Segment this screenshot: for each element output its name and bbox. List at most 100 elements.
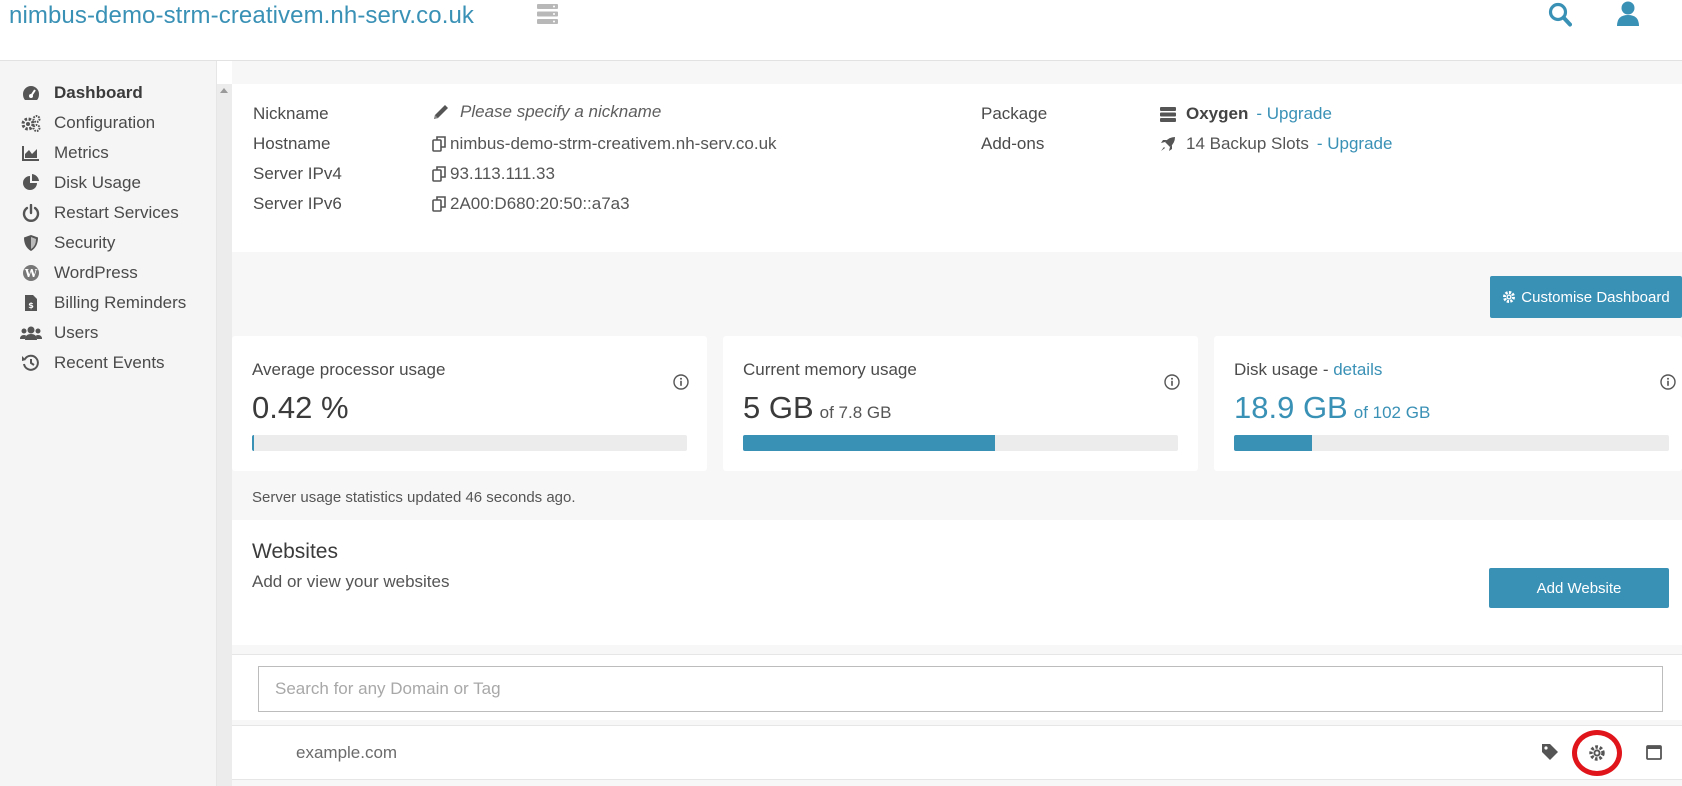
nickname-value[interactable]: Please specify a nickname bbox=[460, 102, 661, 122]
svg-text:W: W bbox=[24, 267, 38, 280]
package-label: Package bbox=[981, 104, 1048, 123]
ipv6-value: 2A00:D680:20:50::a7a3 bbox=[450, 194, 630, 213]
addons-value: 14 Backup Slots bbox=[1186, 134, 1309, 153]
sidebar-item-restart-services[interactable]: Restart Services bbox=[20, 200, 179, 226]
sidebar-item-billing-reminders[interactable]: $ Billing Reminders bbox=[20, 290, 186, 316]
sidebar-item-label: Security bbox=[54, 233, 116, 252]
ipv6-value-group: 2A00:D680:20:50::a7a3 bbox=[432, 194, 630, 214]
package-value-group: Oxygen - Upgrade bbox=[1160, 104, 1332, 124]
hostname-value: nimbus-demo-strm-creativem.nh-serv.co.uk bbox=[450, 134, 777, 153]
memory-card-value: 5 GB bbox=[743, 390, 814, 425]
gear-icon bbox=[1502, 290, 1516, 304]
sidebar-item-label: Metrics bbox=[54, 143, 109, 162]
cpu-usage-bar bbox=[252, 435, 687, 451]
rocket-icon bbox=[1160, 136, 1176, 152]
nickname-label: Nickname bbox=[253, 104, 329, 123]
sidebar-item-label: Users bbox=[54, 323, 99, 342]
sidebar-item-wordpress[interactable]: W WordPress bbox=[20, 260, 138, 286]
sidebar-item-label: Disk Usage bbox=[54, 173, 141, 192]
pie-chart-icon bbox=[20, 174, 42, 192]
sidebar-item-label: Dashboard bbox=[54, 83, 143, 102]
sidebar-item-label: Restart Services bbox=[54, 203, 179, 222]
ipv4-value-group: 93.113.111.33 bbox=[432, 164, 555, 184]
websites-subtitle: Add or view your websites bbox=[252, 572, 450, 591]
addons-upgrade-link[interactable]: - Upgrade bbox=[1317, 134, 1393, 154]
settings-gear-button[interactable] bbox=[1572, 730, 1622, 776]
info-icon[interactable] bbox=[1660, 374, 1676, 395]
hostname-value-group: nimbus-demo-strm-creativem.nh-serv.co.uk bbox=[432, 134, 777, 154]
top-bar: nimbus-demo-strm-creativem.nh-serv.co.uk bbox=[0, 0, 1682, 61]
gear-icon bbox=[1589, 745, 1605, 761]
pencil-icon[interactable] bbox=[432, 104, 450, 121]
addons-label: Add-ons bbox=[981, 134, 1045, 153]
disk-card-title: Disk usage bbox=[1234, 360, 1319, 379]
sidebar-item-recent-events[interactable]: Recent Events bbox=[20, 350, 165, 376]
addons-value-group: 14 Backup Slots - Upgrade bbox=[1160, 134, 1392, 154]
server-icon[interactable] bbox=[537, 4, 558, 29]
table-row[interactable]: example.com bbox=[232, 725, 1682, 780]
add-website-button[interactable]: Add Website bbox=[1489, 568, 1669, 608]
customise-dashboard-label: Customise Dashboard bbox=[1521, 288, 1670, 306]
cogs-icon bbox=[20, 114, 42, 132]
disk-card-value-group: 18.9 GB of 102 GB bbox=[1234, 390, 1430, 426]
websites-section: Websites Add or view your websites Add W… bbox=[232, 520, 1682, 645]
sidebar-item-dashboard[interactable]: Dashboard bbox=[20, 80, 143, 106]
memory-card-title: Current memory usage bbox=[743, 360, 917, 379]
sidebar-item-users[interactable]: Users bbox=[20, 320, 98, 346]
sidebar-item-disk-usage[interactable]: Disk Usage bbox=[20, 170, 141, 196]
server-info-panel: Nickname Please specify a nickname Hostn… bbox=[232, 84, 1682, 252]
area-chart-icon bbox=[20, 144, 42, 162]
customise-dashboard-button[interactable]: Customise Dashboard bbox=[1490, 276, 1682, 318]
copy-icon[interactable] bbox=[432, 166, 446, 182]
copy-icon[interactable] bbox=[432, 136, 446, 152]
hostname-label: Hostname bbox=[253, 134, 331, 153]
website-domain[interactable]: example.com bbox=[296, 743, 397, 763]
memory-usage-card: Current memory usage 5 GB of 7.8 GB bbox=[723, 336, 1198, 471]
power-icon bbox=[20, 204, 42, 222]
sidebar-item-label: Recent Events bbox=[54, 353, 165, 372]
memory-usage-bar-fill bbox=[743, 435, 996, 451]
nickname-field[interactable]: Please specify a nickname bbox=[432, 102, 661, 122]
sidebar: Dashboard Configuration Metrics Disk Usa… bbox=[0, 61, 217, 786]
server-title[interactable]: nimbus-demo-strm-creativem.nh-serv.co.uk bbox=[9, 2, 474, 30]
tag-icon[interactable] bbox=[1541, 743, 1559, 766]
shield-icon bbox=[20, 234, 42, 252]
window-icon[interactable] bbox=[1646, 745, 1662, 765]
info-icon[interactable] bbox=[673, 374, 689, 395]
ipv4-value: 93.113.111.33 bbox=[450, 164, 555, 183]
cpu-card-title: Average processor usage bbox=[252, 360, 446, 379]
disk-details-link[interactable]: details bbox=[1333, 360, 1382, 379]
package-upgrade-link[interactable]: - Upgrade bbox=[1256, 104, 1332, 124]
disk-usage-bar bbox=[1234, 435, 1669, 451]
memory-usage-bar bbox=[743, 435, 1178, 451]
ipv4-label: Server IPv4 bbox=[253, 164, 342, 183]
history-icon bbox=[20, 354, 42, 372]
cpu-usage-bar-fill bbox=[252, 435, 254, 451]
sidebar-item-security[interactable]: Security bbox=[20, 230, 115, 256]
search-icon[interactable] bbox=[1548, 2, 1572, 33]
server-stack-icon bbox=[1160, 106, 1176, 122]
sidebar-item-configuration[interactable]: Configuration bbox=[20, 110, 155, 136]
sidebar-scrollbar[interactable] bbox=[217, 84, 232, 786]
user-icon[interactable] bbox=[1617, 1, 1639, 32]
stats-updated-text: Server usage statistics updated 46 secon… bbox=[252, 489, 576, 506]
disk-card-title-separator: - bbox=[1318, 360, 1334, 379]
copy-icon[interactable] bbox=[432, 196, 446, 212]
scroll-up-arrow-icon[interactable] bbox=[220, 88, 228, 93]
website-search-input[interactable] bbox=[258, 666, 1663, 712]
disk-card-title-group: Disk usage - details bbox=[1234, 360, 1382, 380]
info-icon[interactable] bbox=[1164, 374, 1180, 395]
disk-card-value: 18.9 GB bbox=[1234, 390, 1348, 425]
sidebar-item-label: Configuration bbox=[54, 113, 156, 132]
disk-card-total: of 102 GB bbox=[1353, 403, 1431, 422]
users-icon bbox=[20, 324, 42, 342]
disk-usage-card: Disk usage - details 18.9 GB of 102 GB bbox=[1214, 336, 1682, 471]
package-value: Oxygen bbox=[1186, 104, 1249, 123]
sidebar-item-metrics[interactable]: Metrics bbox=[20, 140, 109, 166]
memory-card-total: of 7.8 GB bbox=[819, 403, 892, 422]
cpu-usage-card: Average processor usage 0.42 % bbox=[232, 336, 707, 471]
main-content: Nickname Please specify a nickname Hostn… bbox=[232, 61, 1682, 786]
ipv6-label: Server IPv6 bbox=[253, 194, 342, 213]
cpu-card-value: 0.42 % bbox=[252, 390, 349, 425]
svg-text:$: $ bbox=[28, 301, 34, 310]
